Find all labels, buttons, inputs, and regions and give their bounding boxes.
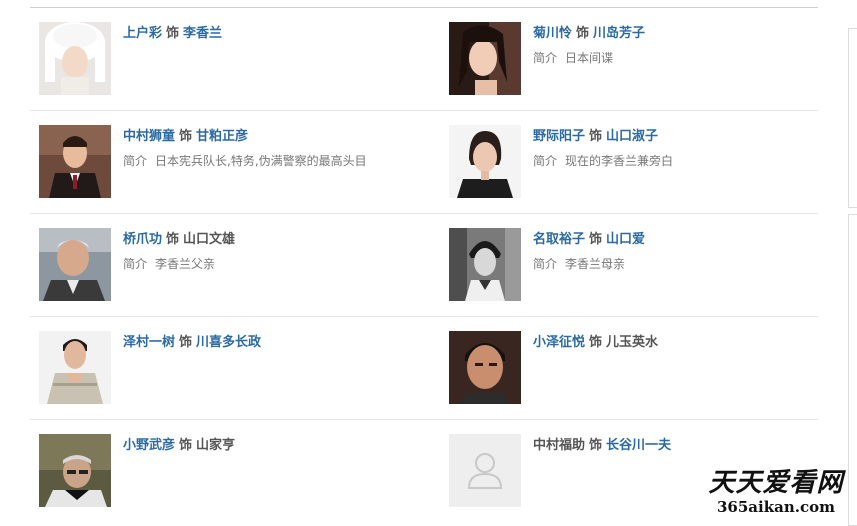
cast-row: 泽村一树饰川喜多长政 小泽征悦饰儿玉英水 <box>30 317 818 420</box>
as-label: 饰 <box>166 232 180 247</box>
role-name-link[interactable]: 甘粕正彦 <box>196 129 248 144</box>
intro-text: 日本间谍 <box>565 51 614 65</box>
cast-card: 小泽征悦饰儿玉英水 <box>449 331 839 405</box>
cast-row: 桥爪功饰山口文雄 简介 李香兰父亲 名取裕子饰山口爱 简介 李香兰母亲 <box>30 214 818 317</box>
actor-photo[interactable] <box>39 434 111 507</box>
cast-info: 泽村一树饰川喜多长政 <box>123 333 423 353</box>
actor-name-link[interactable]: 菊川怜 <box>533 26 572 41</box>
as-label: 饰 <box>589 232 603 247</box>
cast-card: 桥爪功饰山口文雄 简介 李香兰父亲 <box>39 228 429 302</box>
actor-photo[interactable] <box>449 228 521 301</box>
intro-label: 简介 <box>123 257 148 271</box>
as-label: 饰 <box>179 335 193 350</box>
actor-name-link[interactable]: 上户彩 <box>123 26 162 41</box>
watermark-logo-text: 天天爱看网 <box>708 468 844 498</box>
actor-name-link[interactable]: 小泽征悦 <box>533 335 585 350</box>
role-name: 山家亨 <box>196 438 236 453</box>
actor-name-link[interactable]: 泽村一树 <box>123 335 175 350</box>
actor-name-link[interactable]: 中村狮童 <box>123 129 175 144</box>
intro-label: 简介 <box>123 154 148 168</box>
intro-text: 李香兰母亲 <box>565 257 626 271</box>
site-watermark: 天天爱看网 365aikan.com <box>701 468 851 516</box>
role-name-link[interactable]: 山口爱 <box>606 232 645 247</box>
role-name-link[interactable]: 川岛芳子 <box>593 26 645 41</box>
cast-info: 桥爪功饰山口文雄 简介 李香兰父亲 <box>123 230 423 273</box>
role-name-link[interactable]: 山口淑子 <box>606 129 658 144</box>
cast-card: 野际阳子饰山口淑子 简介 现在的李香兰兼旁白 <box>449 125 839 199</box>
actor-photo[interactable] <box>39 125 111 198</box>
cast-row: 小野武彦饰山家亨 中村福助饰长谷川一夫 <box>30 420 818 522</box>
cast-info: 上户彩饰李香兰 <box>123 24 423 44</box>
intro-label: 简介 <box>533 257 558 271</box>
actor-name-link[interactable]: 桥爪功 <box>123 232 162 247</box>
intro-label: 简介 <box>533 154 558 168</box>
role-name-link[interactable]: 长谷川一夫 <box>606 438 671 453</box>
actor-photo[interactable] <box>449 125 521 198</box>
role-name: 山口文雄 <box>183 232 236 247</box>
as-label: 饰 <box>589 335 603 350</box>
cast-info: 野际阳子饰山口淑子 简介 现在的李香兰兼旁白 <box>533 127 833 170</box>
cast-info: 小野武彦饰山家亨 <box>123 436 423 456</box>
cast-card: 中村狮童饰甘粕正彦 简介 日本宪兵队长,特务,伪满警察的最高头目 <box>39 125 429 199</box>
intro-text: 日本宪兵队长,特务,伪满警察的最高头目 <box>155 154 367 168</box>
role-name-link[interactable]: 川喜多长政 <box>196 335 261 350</box>
role-name-link[interactable]: 李香兰 <box>183 26 222 41</box>
cast-info: 菊川怜饰川岛芳子 简介 日本间谍 <box>533 24 833 67</box>
actor-name: 中村福助 <box>533 438 586 453</box>
as-label: 饰 <box>576 26 590 41</box>
cast-card: 名取裕子饰山口爱 简介 李香兰母亲 <box>449 228 839 302</box>
placeholder-avatar-icon[interactable] <box>449 434 521 507</box>
cast-row: 上户彩饰李香兰 菊川怜饰川岛芳子 简介 日本间谍 <box>30 8 818 111</box>
as-label: 饰 <box>589 129 603 144</box>
cast-card: 泽村一树饰川喜多长政 <box>39 331 429 405</box>
cast-info: 小泽征悦饰儿玉英水 <box>533 333 833 353</box>
cast-card: 小野武彦饰山家亨 <box>39 434 429 508</box>
intro-text: 李香兰父亲 <box>155 257 216 271</box>
cast-info: 名取裕子饰山口爱 简介 李香兰母亲 <box>533 230 833 273</box>
actor-photo[interactable] <box>39 331 111 404</box>
watermark-url: 365aikan.com <box>717 498 835 516</box>
role-name: 儿玉英水 <box>606 335 659 350</box>
intro-label: 简介 <box>533 51 558 65</box>
as-label: 饰 <box>179 438 193 453</box>
actor-photo[interactable] <box>39 22 111 95</box>
actor-name-link[interactable]: 野际阳子 <box>533 129 585 144</box>
as-label: 饰 <box>166 26 180 41</box>
actor-name-link[interactable]: 小野武彦 <box>123 438 175 453</box>
intro-text: 现在的李香兰兼旁白 <box>565 154 674 168</box>
cast-card: 菊川怜饰川岛芳子 简介 日本间谍 <box>449 22 839 96</box>
cast-list: 上户彩饰李香兰 菊川怜饰川岛芳子 简介 日本间谍 中村狮童饰甘粕正彦 简介 日本… <box>30 8 818 522</box>
actor-name-link[interactable]: 名取裕子 <box>533 232 585 247</box>
actor-photo[interactable] <box>449 22 521 95</box>
cast-info: 中村福助饰长谷川一夫 <box>533 436 833 456</box>
cast-card: 上户彩饰李香兰 <box>39 22 429 96</box>
as-label: 饰 <box>179 129 193 144</box>
cast-row: 中村狮童饰甘粕正彦 简介 日本宪兵队长,特务,伪满警察的最高头目 野际阳子饰山口淑… <box>30 111 818 214</box>
cast-info: 中村狮童饰甘粕正彦 简介 日本宪兵队长,特务,伪满警察的最高头目 <box>123 127 423 170</box>
actor-photo[interactable] <box>449 331 521 404</box>
side-panel-top <box>848 28 857 208</box>
as-label: 饰 <box>589 438 603 453</box>
actor-photo[interactable] <box>39 228 111 301</box>
